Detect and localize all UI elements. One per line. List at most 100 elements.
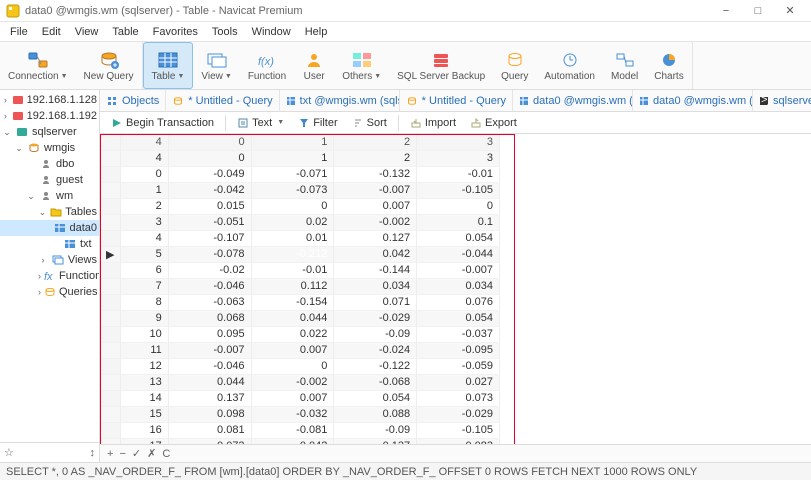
tree-node-txt[interactable]: txt: [0, 236, 99, 252]
row-marker[interactable]: [100, 198, 121, 214]
cell[interactable]: -0.105: [417, 422, 500, 438]
row-marker[interactable]: [100, 278, 121, 294]
minimize-button[interactable]: −: [711, 2, 741, 20]
cell[interactable]: -0.049: [168, 166, 251, 182]
tab[interactable]: txt @wmgis.wm (sqls...: [280, 90, 400, 111]
row-marker[interactable]: [100, 326, 121, 342]
cell[interactable]: -0.09: [334, 422, 417, 438]
cell[interactable]: 15: [121, 406, 168, 422]
cell[interactable]: 0: [121, 166, 168, 182]
table-row[interactable]: 12-0.0460-0.122-0.059: [100, 358, 500, 374]
tree-node-sqlserver[interactable]: ⌄sqlserver: [0, 124, 99, 140]
maximize-button[interactable]: □: [743, 2, 773, 20]
toolbar-table-button[interactable]: Table▼: [143, 42, 194, 89]
menu-table[interactable]: Table: [106, 24, 144, 40]
menu-window[interactable]: Window: [246, 24, 297, 40]
cell[interactable]: -0.029: [334, 310, 417, 326]
expand-icon[interactable]: ›: [2, 111, 9, 121]
cell[interactable]: 0.071: [334, 294, 417, 310]
cell[interactable]: -0.122: [334, 358, 417, 374]
cell[interactable]: -0.073: [168, 438, 251, 444]
cell[interactable]: -0.144: [334, 262, 417, 278]
tree-node-192-168-1-128[interactable]: ›192.168.1.128: [0, 92, 99, 108]
cell[interactable]: 0.044: [168, 374, 251, 390]
cell[interactable]: 17: [121, 438, 168, 444]
cell[interactable]: 11: [121, 342, 168, 358]
cell[interactable]: 0.007: [334, 198, 417, 214]
row-marker[interactable]: [100, 358, 121, 374]
cell[interactable]: 0.027: [417, 374, 500, 390]
cell[interactable]: 12: [121, 358, 168, 374]
toolbar-view-button[interactable]: View▼: [193, 42, 239, 89]
toolbar-charts-button[interactable]: Charts: [646, 42, 691, 89]
cell[interactable]: -0.02: [168, 262, 251, 278]
cell[interactable]: 0.076: [417, 294, 500, 310]
toolbar-others-button[interactable]: Others▼: [334, 42, 389, 89]
cell[interactable]: -0.137: [334, 438, 417, 444]
row-marker[interactable]: [100, 310, 121, 326]
cell[interactable]: 0.054: [334, 390, 417, 406]
row-marker[interactable]: [100, 294, 121, 310]
record-edit-btn[interactable]: ✓: [129, 448, 144, 460]
cell[interactable]: 10: [121, 326, 168, 342]
table-row[interactable]: 17-0.0730.042-0.137-0.083: [100, 438, 500, 444]
cell[interactable]: -0.029: [417, 406, 500, 422]
row-marker[interactable]: [100, 182, 121, 198]
column-header[interactable]: 0: [168, 134, 251, 150]
table-row[interactable]: 150.098-0.0320.088-0.029: [100, 406, 500, 422]
cell[interactable]: 0.088: [334, 406, 417, 422]
favorites-icon[interactable]: ☆: [4, 446, 14, 459]
row-marker[interactable]: [100, 406, 121, 422]
cell[interactable]: 0: [251, 198, 334, 214]
tab[interactable]: * Untitled - Query: [400, 90, 513, 111]
cell[interactable]: 0: [251, 358, 334, 374]
row-marker[interactable]: [100, 214, 121, 230]
cell[interactable]: -0.154: [251, 294, 334, 310]
table-row[interactable]: 8-0.063-0.1540.0710.076: [100, 294, 500, 310]
table-row[interactable]: 130.044-0.002-0.0680.027: [100, 374, 500, 390]
cell[interactable]: 0.042: [251, 438, 334, 444]
cell[interactable]: -0.078: [168, 246, 251, 262]
cell[interactable]: -0.071: [251, 166, 334, 182]
cell[interactable]: 0.034: [417, 278, 500, 294]
cell[interactable]: 6: [121, 262, 168, 278]
filter-button[interactable]: Filter: [291, 114, 344, 132]
cell[interactable]: 0: [417, 198, 500, 214]
record-edit-btn[interactable]: C: [159, 448, 173, 460]
toolbar-backup-button[interactable]: SQL Server Backup: [389, 42, 493, 89]
menu-favorites[interactable]: Favorites: [147, 24, 204, 40]
cell[interactable]: 0.081: [168, 422, 251, 438]
toolbar-function-button[interactable]: f(x)Function: [240, 42, 294, 89]
row-marker[interactable]: ▶: [100, 246, 121, 262]
cell[interactable]: 2: [334, 150, 417, 166]
cell[interactable]: -0.059: [417, 358, 500, 374]
cell[interactable]: -0.032: [251, 406, 334, 422]
cell[interactable]: -0.007: [168, 342, 251, 358]
tab[interactable]: >_sqlserver - Console: [753, 90, 811, 111]
row-marker[interactable]: [100, 342, 121, 358]
tree-node-functions[interactable]: ›fxFunctions: [0, 268, 99, 284]
cell[interactable]: -0.046: [168, 358, 251, 374]
expand-icon[interactable]: ›: [38, 287, 41, 297]
table-row[interactable]: 7-0.0460.1120.0340.034: [100, 278, 500, 294]
cell[interactable]: -0.037: [417, 326, 500, 342]
menu-edit[interactable]: Edit: [36, 24, 67, 40]
cell[interactable]: 4: [121, 230, 168, 246]
cell[interactable]: -0.063: [168, 294, 251, 310]
expand-icon[interactable]: ⌄: [2, 127, 12, 138]
cell[interactable]: 0.098: [168, 406, 251, 422]
tree-node-queries[interactable]: ›Queries: [0, 284, 99, 300]
cell[interactable]: -0.042: [168, 182, 251, 198]
cell[interactable]: -0.044: [417, 246, 500, 262]
cell[interactable]: -0.007: [417, 262, 500, 278]
sort-icon[interactable]: ↕: [90, 447, 96, 459]
cell[interactable]: 16: [121, 422, 168, 438]
toolbar-user-button[interactable]: User: [294, 42, 334, 89]
expand-icon[interactable]: ›: [38, 271, 41, 281]
table-row[interactable]: 40123: [100, 150, 500, 166]
table-row[interactable]: 90.0680.044-0.0290.054: [100, 310, 500, 326]
row-marker[interactable]: [100, 262, 121, 278]
cell[interactable]: 0.073: [417, 390, 500, 406]
table-row[interactable]: 4-0.1070.010.1270.054: [100, 230, 500, 246]
cell[interactable]: 13: [121, 374, 168, 390]
